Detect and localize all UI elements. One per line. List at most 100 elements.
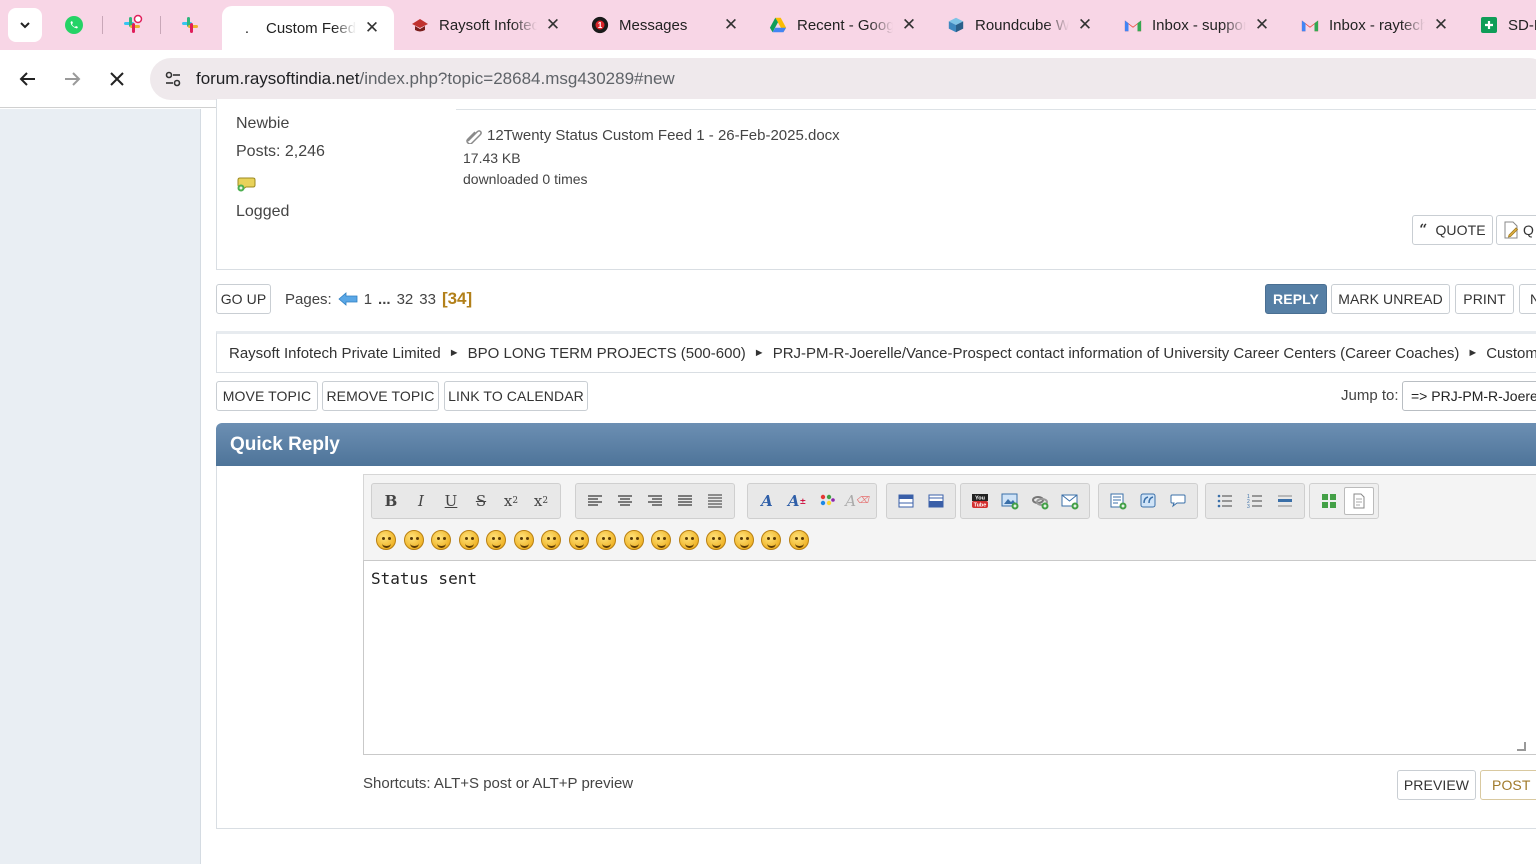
- tab-messages[interactable]: 1 Messages ✕: [575, 6, 753, 44]
- align-left-icon[interactable]: [580, 487, 610, 515]
- tongue-icon[interactable]: [651, 530, 671, 550]
- tab-raysoft[interactable]: Raysoft Infotech ✕: [395, 6, 575, 44]
- table-icon[interactable]: [891, 487, 921, 515]
- quick-quote-button[interactable]: Q: [1496, 215, 1536, 245]
- go-up-button[interactable]: GO UP: [216, 284, 271, 314]
- smiley-icon[interactable]: [376, 530, 396, 550]
- close-icon[interactable]: ✕: [543, 15, 563, 35]
- youtube-icon[interactable]: You Tube: [965, 487, 995, 515]
- tab-custom-feed[interactable]: . Custom Feed ✕: [222, 6, 394, 50]
- mark-unread-button[interactable]: MARK UNREAD: [1331, 284, 1450, 314]
- indent-icon[interactable]: [700, 487, 730, 515]
- quick-reply-header[interactable]: Quick Reply: [216, 423, 1536, 466]
- kiss-icon[interactable]: [761, 530, 781, 550]
- breadcrumb-item[interactable]: Raysoft Infotech Private Limited: [229, 345, 441, 362]
- cool-icon[interactable]: [568, 530, 589, 550]
- back-arrow-icon[interactable]: [13, 64, 43, 94]
- whatsapp-icon[interactable]: [59, 10, 89, 40]
- tab-gmail-raytech[interactable]: Inbox - raytech ✕: [1285, 6, 1463, 44]
- page-link-1[interactable]: 1: [364, 291, 372, 308]
- link-to-calendar-button[interactable]: LINK TO CALENDAR: [444, 381, 588, 411]
- tab-sheets[interactable]: SD-R: [1464, 6, 1536, 44]
- subscript-icon[interactable]: x2: [526, 487, 556, 515]
- attachment-filename[interactable]: 12Twenty Status Custom Feed 1 - 26-Feb-2…: [487, 127, 840, 144]
- angry-icon[interactable]: [486, 530, 506, 550]
- close-icon[interactable]: ✕: [362, 18, 382, 38]
- notify-button[interactable]: N: [1519, 284, 1536, 314]
- preview-button[interactable]: PREVIEW: [1397, 770, 1476, 800]
- align-right-icon[interactable]: [640, 487, 670, 515]
- speech-icon[interactable]: [1163, 487, 1193, 515]
- grin-icon[interactable]: [458, 530, 479, 550]
- page-link-33[interactable]: 33: [419, 291, 436, 308]
- tab-google-drive[interactable]: Recent - Google ✕: [753, 6, 931, 44]
- link-icon[interactable]: [1025, 487, 1055, 515]
- post-button[interactable]: POST: [1480, 770, 1536, 800]
- close-icon[interactable]: ✕: [1431, 15, 1451, 35]
- font-size-icon[interactable]: A ±: [782, 487, 812, 515]
- page-link-32[interactable]: 32: [397, 291, 414, 308]
- google-sheets-icon: [1480, 16, 1498, 34]
- move-topic-button[interactable]: MOVE TOPIC: [216, 381, 318, 411]
- smiley-grid-icon[interactable]: [1314, 487, 1344, 515]
- color-icon[interactable]: [812, 487, 842, 515]
- tab-gmail-support[interactable]: Inbox - support ✕: [1108, 6, 1284, 44]
- remove-topic-button[interactable]: REMOVE TOPIC: [322, 381, 439, 411]
- breadcrumb-item[interactable]: BPO LONG TERM PROJECTS (500-600): [468, 345, 746, 362]
- personal-message-icon[interactable]: [236, 175, 258, 198]
- breadcrumb-item[interactable]: Custom Feeds: [1486, 345, 1536, 362]
- rolleyes-icon[interactable]: [623, 530, 644, 550]
- pages-label: Pages:: [285, 290, 332, 308]
- italic-icon[interactable]: I: [406, 487, 436, 515]
- quote-icon[interactable]: [1133, 487, 1163, 515]
- huh-icon[interactable]: [596, 530, 616, 550]
- message-textarea[interactable]: Status sent: [363, 560, 1536, 755]
- forward-arrow-icon[interactable]: [57, 64, 87, 94]
- close-icon[interactable]: ✕: [1252, 15, 1272, 35]
- email-icon[interactable]: [1055, 487, 1085, 515]
- quote-button[interactable]: “ QUOTE: [1412, 215, 1493, 245]
- horizontal-rule-icon[interactable]: [1270, 487, 1300, 515]
- slack-notification-icon[interactable]: [117, 10, 147, 40]
- insert-icon[interactable]: [1103, 487, 1133, 515]
- site-settings-icon[interactable]: [158, 64, 188, 94]
- remove-format-icon[interactable]: A ⌫: [842, 487, 872, 515]
- close-icon[interactable]: ✕: [1075, 15, 1095, 35]
- center-icon[interactable]: [610, 487, 640, 515]
- strike-icon[interactable]: S: [466, 487, 496, 515]
- reply-button[interactable]: REPLY: [1265, 284, 1327, 314]
- close-icon[interactable]: ✕: [721, 15, 741, 35]
- shocked-icon[interactable]: [541, 530, 561, 550]
- lips-sealed-icon[interactable]: [706, 530, 726, 550]
- sad-icon[interactable]: [513, 530, 534, 550]
- cheesy-icon[interactable]: [431, 530, 451, 550]
- stop-loading-icon[interactable]: [102, 64, 132, 94]
- superscript-icon[interactable]: x2: [496, 487, 526, 515]
- print-button[interactable]: PRINT: [1455, 284, 1514, 314]
- numbered-list-icon[interactable]: 123: [1240, 487, 1270, 515]
- previous-page-arrow-icon[interactable]: [338, 292, 358, 306]
- cry-icon[interactable]: [788, 530, 809, 550]
- close-icon[interactable]: ✕: [899, 15, 919, 35]
- code-icon[interactable]: [921, 487, 951, 515]
- address-bar[interactable]: forum.raysoftindia.net/index.php?topic=2…: [150, 58, 1536, 100]
- undecided-icon[interactable]: [733, 530, 754, 550]
- tab-search-chevron-down-icon[interactable]: [8, 8, 42, 42]
- breadcrumb-item[interactable]: PRJ-PM-R-Joerelle/Vance-Prospect contact…: [773, 345, 1460, 362]
- attachment[interactable]: 12Twenty Status Custom Feed 1 - 26-Feb-2…: [463, 127, 840, 144]
- embarrassed-icon[interactable]: [678, 530, 699, 550]
- underline-icon[interactable]: U: [436, 487, 466, 515]
- justify-icon[interactable]: [670, 487, 700, 515]
- font-face-icon[interactable]: A: [752, 487, 782, 515]
- image-icon[interactable]: [995, 487, 1025, 515]
- source-icon[interactable]: [1344, 487, 1374, 515]
- slack-icon[interactable]: [175, 10, 205, 40]
- resize-handle-icon[interactable]: [1517, 742, 1526, 751]
- tab-roundcube[interactable]: Roundcube Webmail ✕: [931, 6, 1107, 44]
- bullet-list-icon[interactable]: [1210, 487, 1240, 515]
- paperclip-icon: [466, 129, 482, 144]
- jump-to-select[interactable]: => PRJ-PM-R-Joerelle: [1402, 381, 1536, 411]
- bold-icon[interactable]: B: [376, 487, 406, 515]
- left-gutter: [0, 109, 201, 864]
- wink-icon[interactable]: [403, 530, 424, 550]
